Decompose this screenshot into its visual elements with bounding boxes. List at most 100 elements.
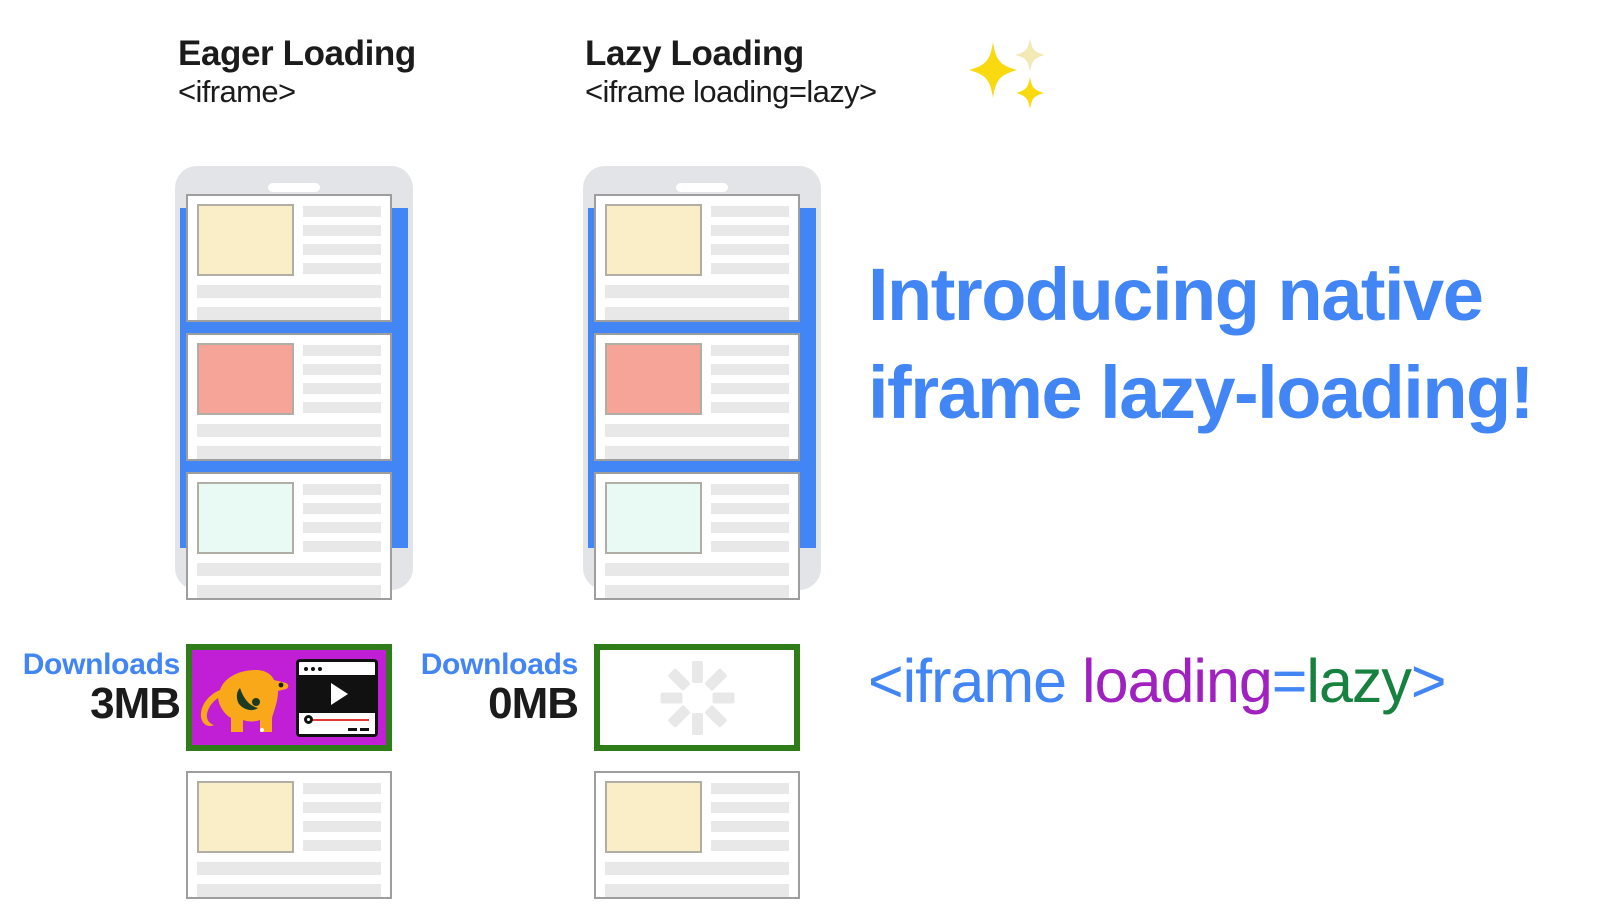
code-token-close-tag: > [1410, 647, 1447, 715]
text-line [711, 783, 789, 794]
downloads-label: Downloads [420, 648, 579, 681]
iframe-placeholder-lazy[interactable] [594, 644, 800, 751]
content-card [186, 472, 392, 600]
card-thumbnail [605, 482, 702, 554]
content-card [186, 333, 392, 461]
text-line [711, 345, 789, 356]
column-heading-eager: Eager Loading <iframe> [178, 34, 416, 112]
column-code-eager: <iframe> [178, 73, 296, 109]
loading-spinner-icon [600, 650, 794, 745]
text-line [605, 424, 789, 437]
text-line [197, 307, 381, 320]
player-dot [318, 666, 322, 671]
text-line [711, 364, 789, 375]
card-thumbnail [605, 343, 702, 415]
text-line [711, 503, 789, 514]
player-dot [311, 666, 315, 671]
code-token-open-tag: <iframe [868, 647, 1067, 715]
player-stage [299, 678, 375, 710]
text-line [605, 585, 789, 598]
text-line [711, 244, 789, 255]
text-line [303, 484, 381, 495]
downloads-value: 3MB [90, 679, 181, 728]
text-line [303, 541, 381, 552]
card-thumbnail [197, 482, 294, 554]
player-title-bar [299, 662, 375, 678]
text-line [303, 206, 381, 217]
text-line [303, 244, 381, 255]
code-token-attribute: loading [1066, 647, 1273, 715]
text-line [303, 821, 381, 832]
control-dash [360, 728, 369, 731]
code-snippet: <iframe loading=lazy> [868, 646, 1447, 716]
text-line [605, 563, 789, 576]
sparkles-icon [969, 38, 1045, 109]
text-line [197, 884, 381, 897]
text-line [197, 424, 381, 437]
text-line [711, 225, 789, 236]
text-line [303, 225, 381, 236]
control-dash [348, 728, 357, 731]
card-thumbnail [605, 781, 702, 853]
phone-speaker-notch [268, 183, 320, 192]
text-line [197, 585, 381, 598]
card-thumbnail [197, 204, 294, 276]
ad-creative [192, 650, 386, 745]
play-icon [330, 683, 348, 705]
progress-track [305, 719, 369, 721]
column-title-eager: Eager Loading [178, 34, 416, 73]
downloads-readout-lazy: Downloads 0MB [408, 648, 579, 728]
downloads-value: 0MB [488, 679, 579, 728]
downloads-readout-eager: Downloads 3MB [0, 648, 181, 728]
page-title: Introducing native iframe lazy-loading! [868, 253, 1534, 434]
text-line [303, 383, 381, 394]
video-player-icon [296, 659, 378, 737]
text-line [605, 285, 789, 298]
text-line [605, 446, 789, 459]
text-line [303, 840, 381, 851]
dog-illustration-icon [200, 670, 289, 732]
content-card [594, 771, 800, 899]
progress-knob [304, 715, 313, 724]
content-card [186, 194, 392, 322]
text-line [711, 821, 789, 832]
text-line [711, 802, 789, 813]
code-token-value: lazy [1306, 647, 1411, 715]
text-line [197, 446, 381, 459]
text-line [605, 884, 789, 897]
text-line [303, 522, 381, 533]
iframe-loaded-eager[interactable] [186, 644, 392, 751]
text-line [303, 402, 381, 413]
text-line [605, 862, 789, 875]
content-card [594, 194, 800, 322]
text-line [303, 503, 381, 514]
content-card [594, 472, 800, 600]
content-card [186, 771, 392, 899]
player-dot [304, 666, 308, 671]
text-line [197, 862, 381, 875]
text-line [711, 263, 789, 274]
downloads-label: Downloads [22, 648, 181, 681]
text-line [197, 285, 381, 298]
player-controls [299, 710, 375, 734]
column-code-lazy: <iframe loading=lazy> [585, 73, 877, 109]
column-title-lazy: Lazy Loading [585, 34, 804, 73]
text-line [711, 383, 789, 394]
column-heading-lazy: Lazy Loading <iframe loading=lazy> [585, 34, 877, 112]
text-line [197, 563, 381, 576]
card-thumbnail [197, 781, 294, 853]
text-line [711, 840, 789, 851]
text-line [303, 364, 381, 375]
code-token-equals: = [1271, 647, 1308, 715]
card-thumbnail [197, 343, 294, 415]
text-line [711, 522, 789, 533]
content-card [594, 333, 800, 461]
phone-speaker-notch [676, 183, 728, 192]
card-thumbnail [605, 204, 702, 276]
text-line [303, 802, 381, 813]
text-line [303, 345, 381, 356]
text-line [711, 402, 789, 413]
text-line [303, 263, 381, 274]
text-line [605, 307, 789, 320]
text-line [711, 541, 789, 552]
